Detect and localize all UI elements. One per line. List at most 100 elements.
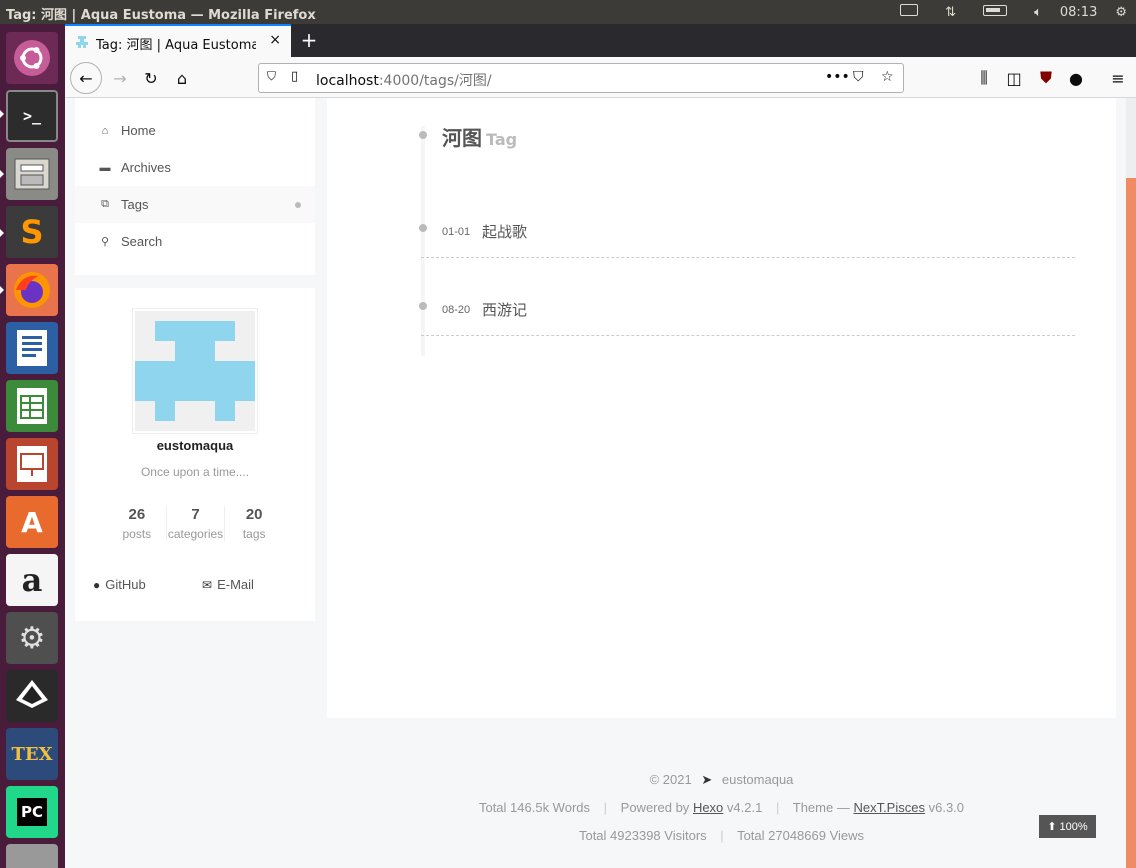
hexo-version: v4.2.1 bbox=[726, 800, 763, 815]
window-title: Tag: 河图 | Aqua Eustoma — Mozilla Firefox bbox=[6, 8, 316, 23]
battery-icon[interactable] bbox=[974, 4, 1016, 20]
site-menu: ⌂ Home ▬ Archives ⧉ Tags ⚲ Search bbox=[75, 98, 315, 275]
sidebar-toggle-icon[interactable]: ◫ bbox=[999, 63, 1029, 93]
site-stats: 26 posts 7 categories 20 tags bbox=[108, 506, 283, 541]
footer-counters: Total 4923398 Visitors | Total 27048669 … bbox=[578, 828, 865, 843]
stat-categories[interactable]: 7 categories bbox=[165, 506, 225, 541]
menu-item-label: Home bbox=[121, 123, 156, 138]
system-tray: ⇅ 🔈︎ 08:13 ⚙ bbox=[882, 0, 1136, 24]
github-link[interactable]: ● GitHub bbox=[93, 577, 146, 592]
stat-label: tags bbox=[242, 527, 266, 541]
visitor-count: Total 4923398 Visitors bbox=[578, 828, 707, 843]
tags-icon: ⧉ bbox=[101, 198, 109, 210]
site-footer: © 2021 ➤ eustomaqua Total 146.5k Words |… bbox=[327, 766, 1116, 850]
menu-item-tags[interactable]: ⧉ Tags bbox=[75, 186, 315, 223]
shield-icon[interactable]: ⛉ bbox=[267, 69, 276, 84]
inkscape-icon[interactable] bbox=[6, 670, 58, 722]
timeline-dot bbox=[419, 131, 427, 139]
menu-item-search[interactable]: ⚲ Search bbox=[75, 223, 315, 260]
bookmark-star-icon[interactable]: ☆ bbox=[881, 69, 894, 85]
theme-version: v6.3.0 bbox=[928, 800, 965, 815]
url-bar[interactable]: ⛉ ▯ localhost:4000/tags/河图/ ••• ⛉ ☆ bbox=[258, 63, 904, 93]
email-link[interactable]: ✉ E-Mail bbox=[202, 577, 254, 592]
post-title[interactable]: 起战歌 bbox=[482, 221, 527, 242]
account-icon[interactable]: ● bbox=[1061, 63, 1091, 93]
pocket-icon[interactable]: ⛉ bbox=[853, 69, 864, 85]
back-button[interactable]: ← bbox=[70, 62, 102, 94]
stat-posts[interactable]: 26 posts bbox=[108, 506, 166, 541]
new-tab-button[interactable]: + bbox=[297, 28, 321, 52]
home-button[interactable]: ⌂ bbox=[167, 63, 197, 93]
avatar bbox=[132, 308, 258, 434]
stat-count: 26 bbox=[128, 506, 146, 523]
post-item[interactable]: 01-01 起战歌 bbox=[419, 218, 1075, 258]
ubuntu-dash-icon[interactable] bbox=[6, 32, 58, 84]
amazon-icon[interactable]: a bbox=[6, 554, 58, 606]
page-info-icon[interactable]: ▯ bbox=[291, 69, 298, 84]
url-text[interactable]: localhost:4000/tags/河图/ bbox=[316, 70, 492, 90]
stat-label: categories bbox=[167, 527, 224, 541]
menu-item-archives[interactable]: ▬ Archives bbox=[75, 149, 315, 186]
footer-copyright: © 2021 ➤ eustomaqua bbox=[327, 766, 1116, 794]
texstudio-icon[interactable]: TEX bbox=[6, 728, 58, 780]
network-icon[interactable]: ⇅ bbox=[945, 5, 956, 20]
author-description: Once upon a time.... bbox=[140, 465, 250, 479]
post-title[interactable]: 西游记 bbox=[482, 299, 527, 320]
library-icon[interactable]: ⫼ bbox=[969, 63, 999, 93]
page-scrollbar[interactable] bbox=[1126, 98, 1136, 868]
clock[interactable]: 08:13 bbox=[1060, 5, 1097, 20]
post-item[interactable]: 08-20 西游记 bbox=[419, 296, 1075, 336]
github-icon: ● bbox=[93, 577, 101, 592]
stat-count: 20 bbox=[245, 506, 263, 523]
word-count: Total 146.5k Words bbox=[478, 800, 591, 815]
site-favicon-icon bbox=[76, 36, 88, 48]
files-icon[interactable] bbox=[6, 148, 58, 200]
view-count: Total 27048669 Views bbox=[737, 828, 865, 843]
copyright-text: © 2021 bbox=[649, 772, 692, 787]
keyboard-icon[interactable] bbox=[891, 4, 927, 20]
link-label: E-Mail bbox=[217, 577, 254, 592]
ubuntu-launcher: >_ S A a ⚙ TEX PC bbox=[0, 24, 65, 868]
post-date: 01-01 bbox=[442, 226, 471, 238]
reload-button[interactable]: ↻ bbox=[136, 63, 166, 93]
tab-title: Tag: 河图 | Aqua Eustoma bbox=[96, 38, 256, 53]
footer-powered: Total 146.5k Words | Powered by Hexo v4.… bbox=[478, 800, 965, 815]
tag-name: 河图 bbox=[442, 126, 482, 150]
page-actions-icon[interactable]: ••• bbox=[825, 69, 850, 85]
menu-item-home[interactable]: ⌂ Home bbox=[75, 112, 315, 149]
stat-label: posts bbox=[122, 527, 152, 541]
author-name: eustomaqua bbox=[156, 438, 234, 453]
sublime-text-icon[interactable]: S bbox=[6, 206, 58, 258]
envelope-icon: ✉ bbox=[202, 577, 213, 592]
powered-by-text: Powered by bbox=[620, 800, 690, 815]
ublock-icon[interactable]: ⛊ bbox=[1031, 63, 1061, 93]
scrollbar-thumb[interactable] bbox=[1126, 178, 1136, 868]
system-settings-icon[interactable]: ⚙ bbox=[6, 612, 58, 664]
hexo-link[interactable]: Hexo bbox=[693, 800, 723, 815]
close-tab-icon[interactable]: × bbox=[269, 32, 281, 48]
libreoffice-calc-icon[interactable] bbox=[6, 380, 58, 432]
search-icon: ⚲ bbox=[100, 236, 110, 248]
terminal-icon[interactable]: >_ bbox=[6, 90, 58, 142]
timeline-dot bbox=[419, 302, 427, 310]
power-gear-icon[interactable]: ⚙ bbox=[1115, 5, 1127, 20]
volume-icon[interactable]: 🔈︎ bbox=[1034, 5, 1042, 20]
menu-item-label: Search bbox=[121, 234, 163, 249]
home-icon: ⌂ bbox=[101, 124, 109, 137]
menu-hamburger-icon[interactable]: ≡ bbox=[1103, 63, 1133, 93]
author-sidebar: eustomaqua Once upon a time.... 26 posts… bbox=[75, 288, 315, 621]
libreoffice-writer-icon[interactable] bbox=[6, 322, 58, 374]
menu-item-label: Archives bbox=[121, 160, 171, 175]
forward-button[interactable]: → bbox=[105, 63, 135, 93]
libreoffice-impress-icon[interactable] bbox=[6, 438, 58, 490]
disk-icon[interactable] bbox=[6, 844, 58, 868]
browser-tab-bar: Tag: 河图 | Aqua Eustoma × + bbox=[65, 24, 1136, 57]
browser-tab[interactable]: Tag: 河图 | Aqua Eustoma × bbox=[65, 24, 291, 57]
back-to-top-button[interactable]: ⬆ 100% bbox=[1039, 815, 1096, 838]
stat-tags[interactable]: 20 tags bbox=[224, 506, 283, 541]
main-content: 河图 Tag 01-01 起战歌 08-20 西游记 bbox=[327, 98, 1116, 718]
software-center-icon[interactable]: A bbox=[6, 496, 58, 548]
pycharm-icon[interactable]: PC bbox=[6, 786, 58, 838]
firefox-icon[interactable] bbox=[6, 264, 58, 316]
theme-link[interactable]: NexT.Pisces bbox=[853, 800, 925, 815]
